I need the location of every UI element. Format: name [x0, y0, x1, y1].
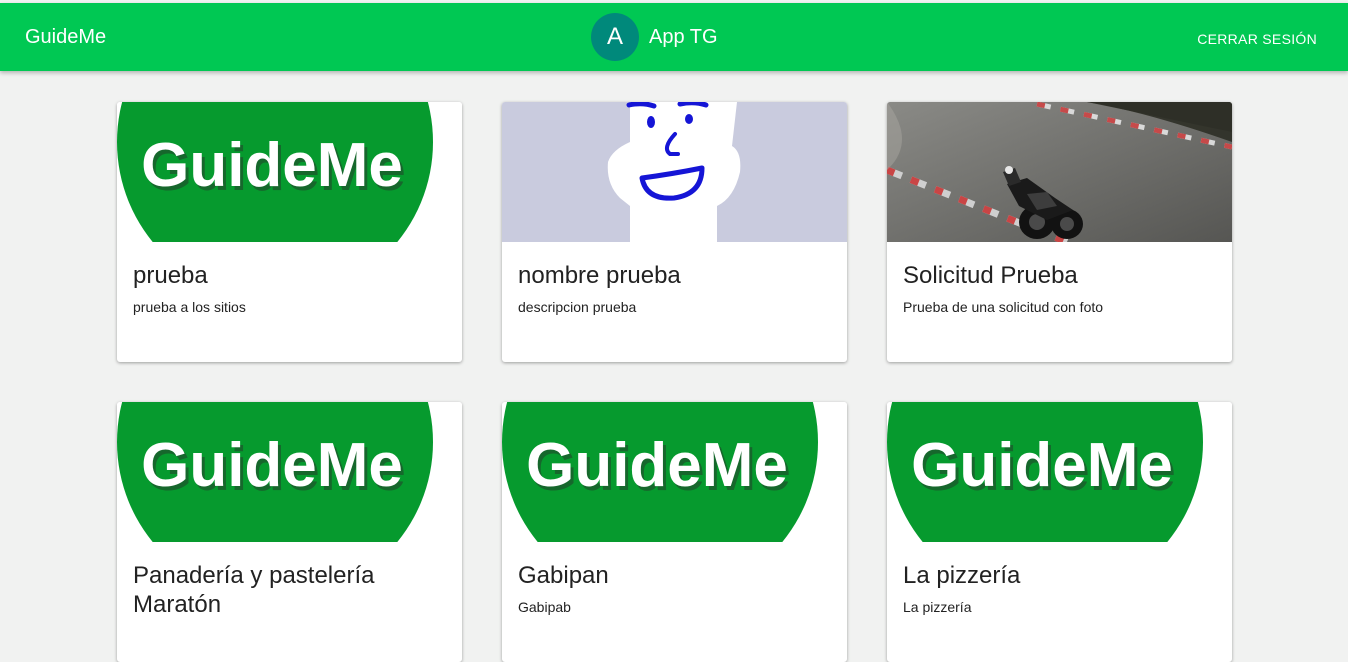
card-image-face-drawing — [502, 102, 847, 242]
place-card[interactable]: nombre prueba descripcion prueba — [502, 102, 847, 362]
card-title: nombre prueba — [518, 262, 681, 289]
card-description: La pizzería — [903, 599, 972, 615]
card-description: Gabipab — [518, 599, 571, 615]
card-image-guideme-logo: GuideMe GuideMe — [887, 402, 1232, 542]
card-description: prueba a los sitios — [133, 299, 246, 315]
logo-text: GuideMe — [526, 431, 788, 500]
place-card[interactable]: GuideMe GuideMe Panadería y pastelería M… — [117, 402, 462, 662]
card-image-guideme-logo: GuideMe GuideMe — [117, 402, 462, 542]
card-description: descripcion prueba — [518, 299, 637, 315]
logo-text: GuideMe — [911, 431, 1173, 500]
place-card[interactable]: GuideMe GuideMe prueba prueba a los siti… — [117, 102, 462, 362]
card-image-guideme-logo: GuideMe GuideMe — [117, 102, 462, 242]
card-title: Panadería y pastelería Maratón — [133, 562, 375, 618]
brand-title[interactable]: GuideMe — [25, 25, 106, 49]
logo-text: GuideMe — [141, 131, 403, 200]
card-grid: GuideMe GuideMe prueba prueba a los siti… — [117, 102, 1232, 662]
card-title: prueba — [133, 262, 208, 289]
place-card[interactable]: GuideMe GuideMe La pizzería La pizzería — [887, 402, 1232, 662]
app-name: App TG — [649, 25, 718, 48]
user-avatar[interactable]: A — [591, 13, 639, 61]
logout-button[interactable]: CERRAR SESIÓN — [1197, 31, 1317, 47]
card-description: Prueba de una solicitud con foto — [903, 299, 1104, 315]
card-image-guideme-logo: GuideMe GuideMe — [502, 402, 847, 542]
card-image-motorcycle-photo — [887, 102, 1232, 242]
user-info: A App TG — [591, 13, 718, 61]
card-title: Solicitud Prueba — [903, 262, 1078, 289]
card-title: La pizzería — [903, 562, 1021, 589]
app-bar: GuideMe A App TG CERRAR SESIÓN — [0, 3, 1348, 71]
logo-text: GuideMe — [141, 431, 403, 500]
place-card[interactable]: Solicitud Prueba Prueba de una solicitud… — [887, 102, 1232, 362]
card-title: Gabipan — [518, 562, 609, 589]
place-card[interactable]: GuideMe GuideMe Gabipan Gabipab — [502, 402, 847, 662]
